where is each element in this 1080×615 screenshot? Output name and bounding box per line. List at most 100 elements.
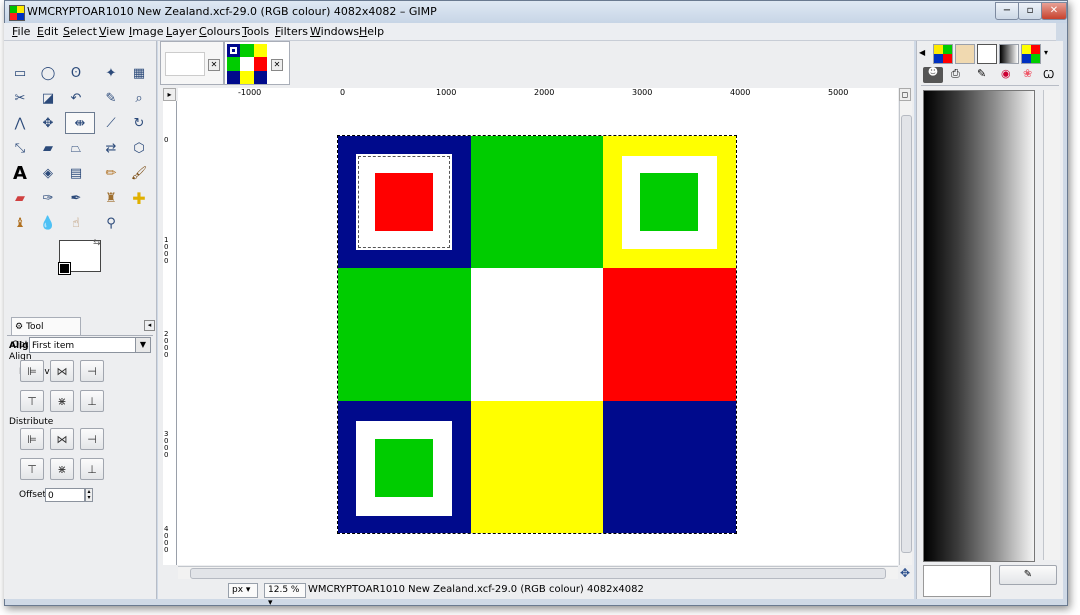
color-picker-icon[interactable]: ✎	[100, 87, 122, 109]
chevron-down-icon[interactable]: ▾	[1044, 48, 1048, 57]
shear-icon[interactable]: ▰	[37, 137, 59, 159]
title-bar[interactable]: WMCRYPTOAR1010 New Zealand.xcf-29.0 (RGB…	[5, 1, 1067, 23]
tab-colors[interactable]	[1021, 44, 1041, 64]
crop-icon[interactable]: ⟋	[100, 112, 122, 134]
menu-select[interactable]: Select	[63, 25, 97, 38]
zoom-to-fit-icon[interactable]: ◻	[899, 88, 911, 101]
paintbrush-icon[interactable]: 🖌	[128, 162, 150, 184]
swap-colors-icon[interactable]: ⇆	[93, 238, 101, 248]
menu-image[interactable]: Image	[129, 25, 163, 38]
foreground-select-icon[interactable]: ◪	[37, 87, 59, 109]
menu-windows[interactable]: Windows	[310, 25, 359, 38]
chevron-left-icon[interactable]: ◀	[919, 48, 925, 57]
quick-mask-icon[interactable]: ▸	[163, 88, 176, 101]
pencil-icon[interactable]: ✏	[100, 162, 122, 184]
smudge-icon[interactable]: ☝	[65, 212, 87, 234]
free-select-icon[interactable]: ʘ	[65, 62, 87, 84]
palette-icon[interactable]: ❀	[1023, 67, 1032, 80]
scissors-icon[interactable]: ✂	[9, 87, 31, 109]
offset-input[interactable]: 0	[45, 488, 85, 502]
ellipse-select-icon[interactable]: ◯	[37, 62, 59, 84]
select-by-color-icon[interactable]: ▦	[128, 62, 150, 84]
brush-icon[interactable]: ✎	[977, 67, 986, 80]
image-tab-blank[interactable]: ✕	[160, 41, 224, 85]
offset-stepper[interactable]: ▴ ▾	[85, 488, 93, 502]
wilber-icon[interactable]: ☻	[923, 67, 943, 83]
flip-icon[interactable]: ⇄	[100, 137, 122, 159]
distribute-right-button[interactable]: ⊣	[80, 428, 104, 450]
airbrush-icon[interactable]: ✑	[37, 187, 59, 209]
tab-brushes[interactable]	[977, 44, 997, 64]
blur-icon[interactable]: 💧	[37, 212, 59, 234]
menu-view[interactable]: View	[99, 25, 125, 38]
measure-icon[interactable]: ⋀	[9, 112, 31, 134]
align-bottom-button[interactable]: ⊥	[80, 390, 104, 412]
menu-edit[interactable]: Edit	[37, 25, 58, 38]
align-tool-icon[interactable]: ⇼	[65, 112, 95, 134]
fonts-icon[interactable]: Ꞷ	[1043, 67, 1054, 82]
horizontal-scrollbar[interactable]	[178, 566, 898, 579]
tab-gradients[interactable]	[999, 44, 1019, 64]
bucket-fill-icon[interactable]: ◈	[37, 162, 59, 184]
tab-palettes[interactable]	[933, 44, 953, 64]
vertical-scroll-thumb[interactable]	[901, 115, 912, 553]
menu-file[interactable]: File	[12, 25, 30, 38]
align-middle-button[interactable]: ⋇	[50, 390, 74, 412]
close-icon[interactable]: ✕	[271, 59, 283, 71]
perspective-icon[interactable]: ⏢	[65, 137, 87, 159]
distribute-middle-button[interactable]: ⋇	[50, 458, 74, 480]
ruler-label: 3000	[164, 430, 169, 459]
distribute-left-button[interactable]: ⊫	[20, 428, 44, 450]
menu-filters[interactable]: Filters	[275, 25, 308, 38]
gradient-preview[interactable]	[923, 90, 1035, 562]
printer-icon[interactable]: ⎙	[951, 67, 960, 81]
zoom-select[interactable]: 12.5 % ▾	[264, 583, 306, 608]
align-right-button[interactable]: ⊣	[80, 360, 104, 382]
menu-help[interactable]: Help	[359, 25, 384, 38]
close-icon[interactable]: ✕	[208, 59, 220, 71]
ink-icon[interactable]: ✒	[65, 187, 87, 209]
heal-icon[interactable]: ✚	[128, 187, 150, 209]
minimize-button[interactable]: −	[995, 2, 1019, 20]
rect-select-icon[interactable]: ▭	[9, 62, 31, 84]
tab-tool-options[interactable]: ⚙Tool Options	[11, 317, 81, 350]
align-left-button[interactable]: ⊫	[20, 360, 44, 382]
dock-scrollbar[interactable]	[1043, 90, 1060, 560]
horizontal-scroll-thumb[interactable]	[190, 568, 886, 579]
navigate-icon[interactable]: ✥	[900, 566, 910, 580]
align-center-button[interactable]: ⋈	[50, 360, 74, 382]
paths-icon[interactable]: ↶	[65, 87, 87, 109]
background-color-swatch[interactable]	[58, 262, 71, 275]
menu-layer[interactable]: Layer	[166, 25, 197, 38]
panel-menu-icon[interactable]: ◂	[144, 320, 155, 331]
dodge-burn-icon[interactable]: ⚲	[100, 212, 122, 234]
relative-to-select[interactable]: First item ▼	[29, 337, 151, 353]
align-top-button[interactable]: ⊤	[20, 390, 44, 412]
rotate-icon[interactable]: ↻	[128, 112, 150, 134]
eraser-icon[interactable]: ▰	[9, 187, 31, 209]
distribute-top-button[interactable]: ⊤	[20, 458, 44, 480]
menu-tools[interactable]: Tools	[242, 25, 269, 38]
clone-icon[interactable]: ♜	[100, 187, 122, 209]
scale-icon[interactable]: ⤡	[9, 137, 31, 159]
perspective-clone-icon[interactable]: ♝	[9, 212, 31, 234]
image-tab-active[interactable]: ✕	[224, 41, 290, 85]
menu-colours[interactable]: Colours	[199, 25, 240, 38]
blend-icon[interactable]: ▤	[65, 162, 87, 184]
tab-patterns[interactable]	[955, 44, 975, 64]
vertical-scrollbar[interactable]	[899, 101, 912, 565]
color-wheel-icon[interactable]: ◉	[1001, 67, 1011, 80]
active-thumbnail	[227, 44, 267, 84]
move-icon[interactable]: ✥	[37, 112, 59, 134]
text-tool-icon[interactable]: A	[9, 162, 31, 184]
image-canvas[interactable]	[337, 135, 737, 534]
zoom-icon[interactable]: ⌕	[128, 87, 150, 109]
unit-select[interactable]: px ▾	[228, 583, 258, 598]
distribute-center-button[interactable]: ⋈	[50, 428, 74, 450]
edit-brush-button[interactable]: ✎	[999, 565, 1057, 585]
maximize-button[interactable]: ▫	[1018, 2, 1042, 20]
cage-transform-icon[interactable]: ⬡	[128, 137, 150, 159]
distribute-bottom-button[interactable]: ⊥	[80, 458, 104, 480]
close-button[interactable]: ✕	[1041, 2, 1067, 20]
fuzzy-select-icon[interactable]: ✦	[100, 62, 122, 84]
